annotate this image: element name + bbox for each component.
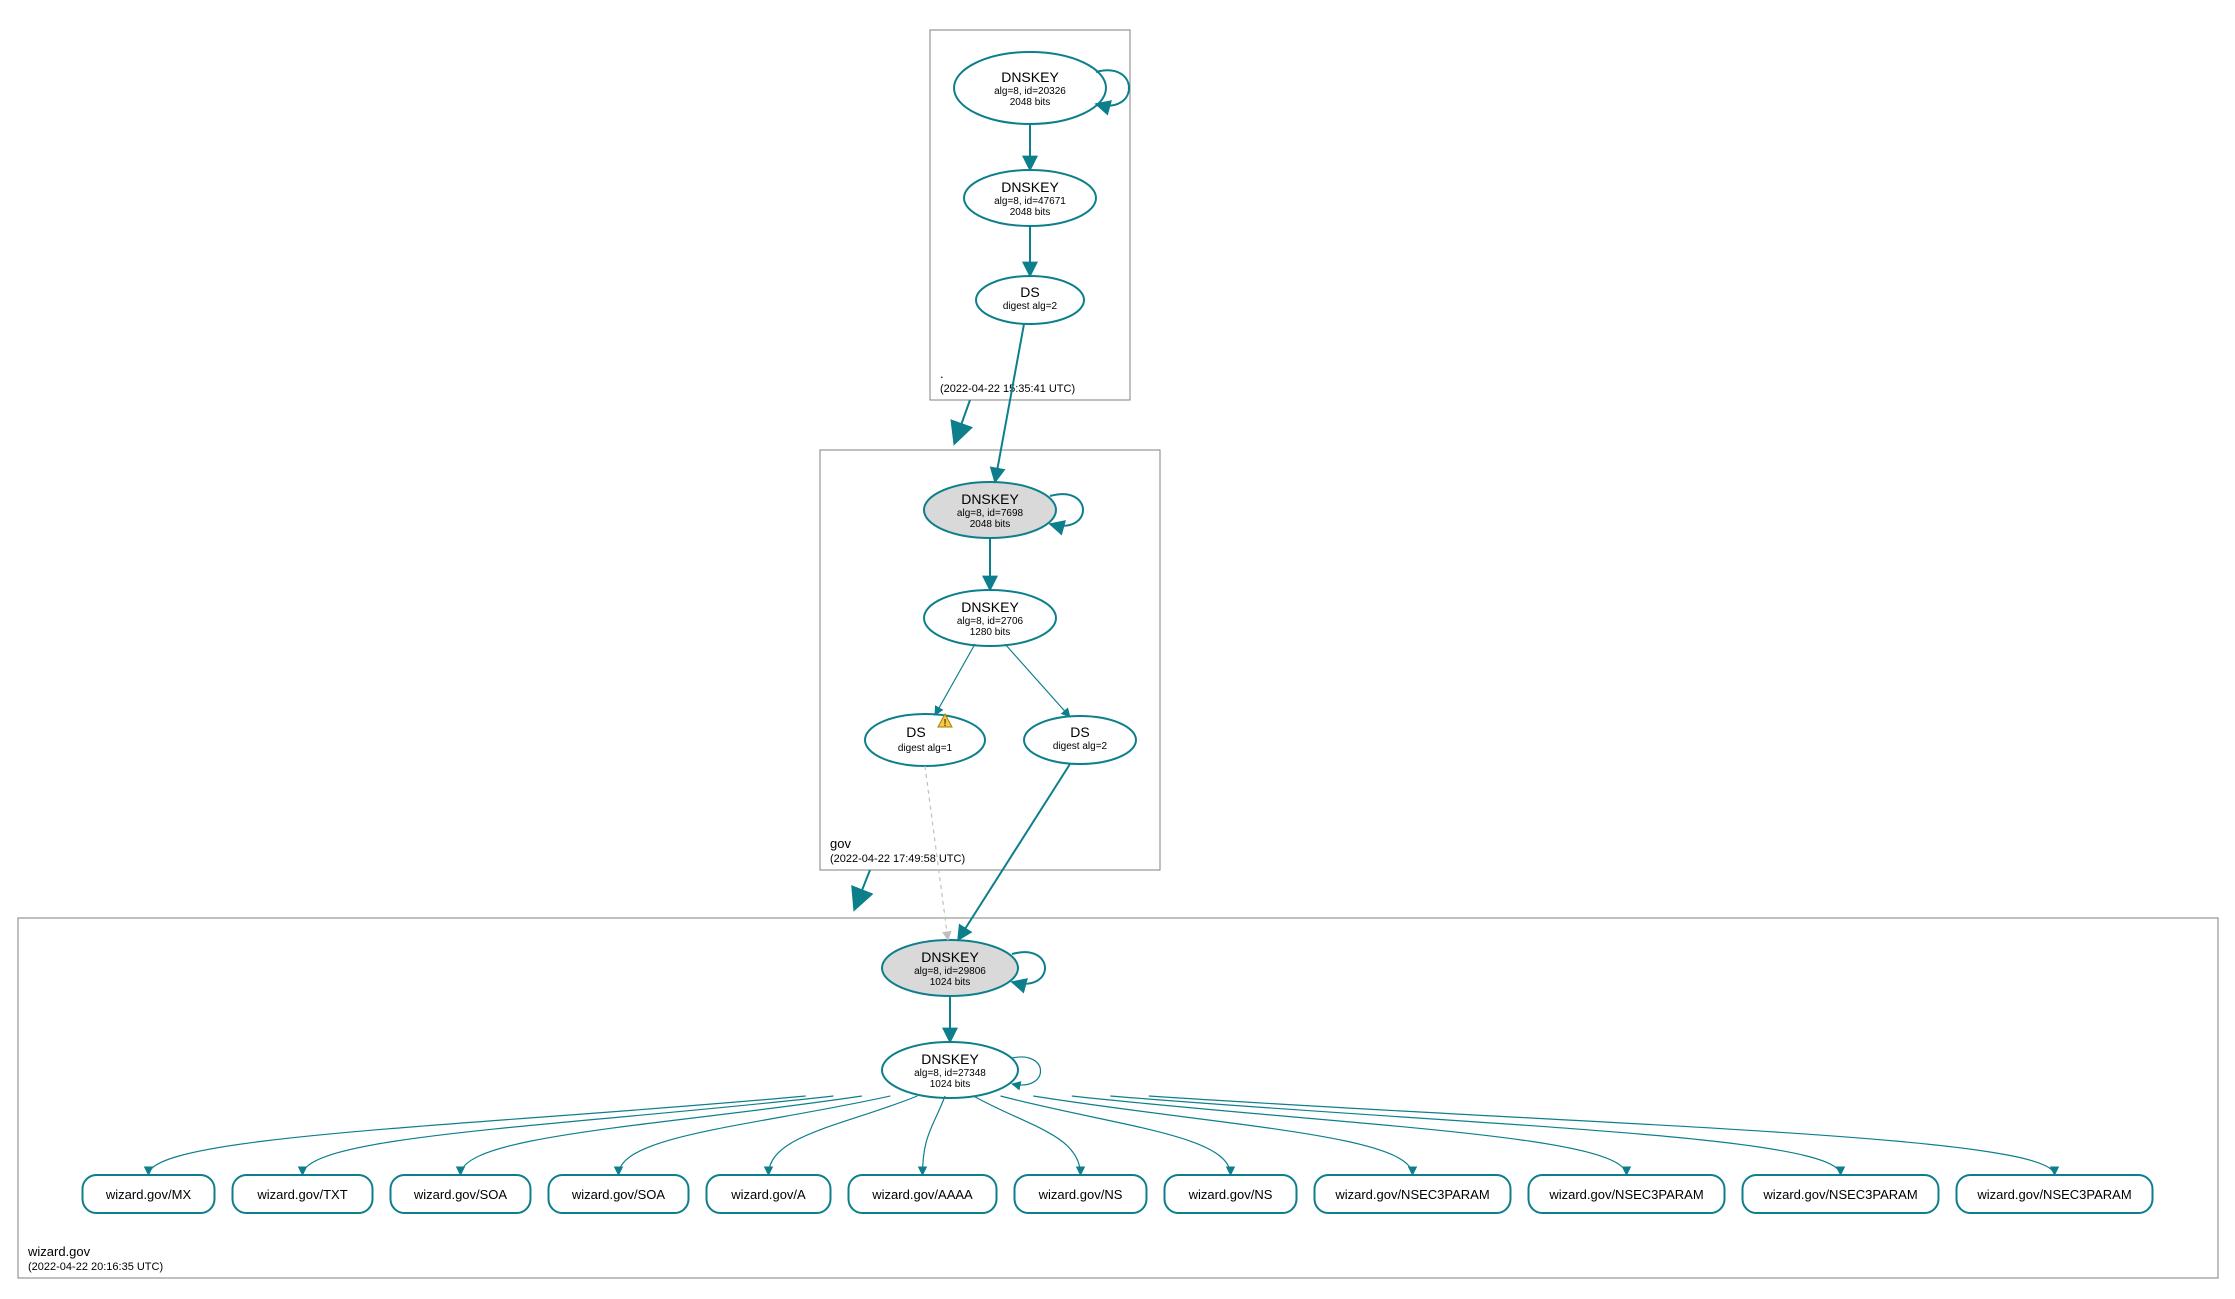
node-gov-zsk: DNSKEY alg=8, id=2706 1280 bits	[924, 590, 1056, 646]
zone-wizard: wizard.gov (2022-04-22 20:16:35 UTC) DNS…	[18, 764, 2218, 1278]
svg-text:2048 bits: 2048 bits	[1010, 207, 1051, 218]
leaf-rr-label: wizard.gov/NSEC3PARAM	[1762, 1187, 1917, 1202]
svg-text:DS: DS	[906, 724, 925, 740]
svg-text:DNSKEY: DNSKEY	[921, 1051, 979, 1067]
zone-root-time: (2022-04-22 15:35:41 UTC)	[940, 383, 1075, 395]
edge-govzsk-ds1	[935, 644, 975, 715]
node-gov-ksk: DNSKEY alg=8, id=7698 2048 bits	[924, 482, 1056, 538]
svg-text:!: !	[943, 718, 946, 729]
leaf-rr-label: wizard.gov/TXT	[256, 1187, 347, 1202]
leaf-rr-label: wizard.gov/A	[730, 1187, 806, 1202]
leaf-rr-label: wizard.gov/NSEC3PARAM	[1976, 1187, 2131, 1202]
svg-text:alg=8, id=7698: alg=8, id=7698	[957, 508, 1024, 519]
edge-wizzsk-leaf	[973, 1096, 1080, 1175]
svg-text:1280 bits: 1280 bits	[970, 627, 1011, 638]
svg-text:DNSKEY: DNSKEY	[1001, 179, 1059, 195]
zone-root-name: .	[940, 366, 944, 381]
node-wizard-zsk: DNSKEY alg=8, id=27348 1024 bits	[882, 1042, 1018, 1098]
svg-text:digest alg=1: digest alg=1	[898, 743, 953, 754]
node-wizard-ksk: DNSKEY alg=8, id=29806 1024 bits	[882, 940, 1018, 996]
svg-text:1024 bits: 1024 bits	[930, 977, 971, 988]
edge-root-to-gov-box	[955, 400, 970, 442]
svg-text:alg=8, id=2706: alg=8, id=2706	[957, 616, 1024, 627]
leaf-rr-label: wizard.gov/NSEC3PARAM	[1334, 1187, 1489, 1202]
svg-text:alg=8, id=29806: alg=8, id=29806	[914, 966, 986, 977]
svg-text:alg=8, id=47671: alg=8, id=47671	[994, 196, 1066, 207]
svg-text:DS: DS	[1070, 724, 1089, 740]
edge-wizzsk-leaf	[769, 1096, 918, 1175]
svg-text:DNSKEY: DNSKEY	[961, 491, 1019, 507]
svg-text:alg=8, id=27348: alg=8, id=27348	[914, 1068, 986, 1079]
zone-gov: gov (2022-04-22 17:49:58 UTC) DNSKEY alg…	[820, 324, 1160, 870]
leaf-rr-label: wizard.gov/NSEC3PARAM	[1548, 1187, 1703, 1202]
svg-text:digest alg=2: digest alg=2	[1053, 741, 1108, 752]
svg-text:alg=8, id=20326: alg=8, id=20326	[994, 86, 1066, 97]
edge-rootds-govksk	[995, 324, 1024, 482]
zone-wizard-time: (2022-04-22 20:16:35 UTC)	[28, 1261, 163, 1273]
zone-root: . (2022-04-22 15:35:41 UTC) DNSKEY alg=8…	[930, 30, 1130, 400]
svg-text:1024 bits: 1024 bits	[930, 1079, 971, 1090]
node-gov-ds2: DS digest alg=2	[1024, 716, 1136, 764]
leaf-rr-label: wizard.gov/SOA	[571, 1187, 666, 1202]
svg-text:DNSKEY: DNSKEY	[961, 599, 1019, 615]
edge-wizzsk-leaf	[1149, 1096, 2055, 1175]
svg-text:DNSKEY: DNSKEY	[921, 949, 979, 965]
edge-govzsk-ds2	[1005, 644, 1070, 717]
svg-text:2048 bits: 2048 bits	[970, 519, 1011, 530]
edge-wizzsk-leaf	[1110, 1096, 1840, 1175]
edge-govds2-wizksk	[958, 764, 1070, 940]
leaf-rr-label: wizard.gov/NS	[1038, 1187, 1123, 1202]
node-root-ksk: DNSKEY alg=8, id=20326 2048 bits	[954, 52, 1106, 124]
leaf-rr-label: wizard.gov/SOA	[413, 1187, 508, 1202]
node-root-ds: DS digest alg=2	[976, 276, 1084, 324]
leaf-rr-label: wizard.gov/NS	[1188, 1187, 1273, 1202]
svg-text:DNSKEY: DNSKEY	[1001, 69, 1059, 85]
zone-gov-time: (2022-04-22 17:49:58 UTC)	[830, 853, 965, 865]
svg-text:2048 bits: 2048 bits	[1010, 97, 1051, 108]
edge-wizzsk-leaf	[923, 1096, 946, 1175]
edge-wizzsk-leaf	[149, 1096, 806, 1175]
node-gov-ds1: DS digest alg=1 !	[865, 714, 985, 766]
svg-text:digest alg=2: digest alg=2	[1003, 301, 1058, 312]
dnssec-diagram: . (2022-04-22 15:35:41 UTC) DNSKEY alg=8…	[0, 0, 2235, 1299]
zone-wizard-name: wizard.gov	[27, 1244, 91, 1259]
edge-wizzsk-leaf	[303, 1096, 834, 1175]
node-root-zsk: DNSKEY alg=8, id=47671 2048 bits	[964, 170, 1096, 226]
edge-gov-to-wizard-box	[855, 870, 870, 908]
leaf-rr-label: wizard.gov/AAAA	[871, 1187, 973, 1202]
zone-gov-name: gov	[830, 836, 851, 851]
svg-text:DS: DS	[1020, 284, 1039, 300]
leaf-rr-label: wizard.gov/MX	[105, 1187, 192, 1202]
